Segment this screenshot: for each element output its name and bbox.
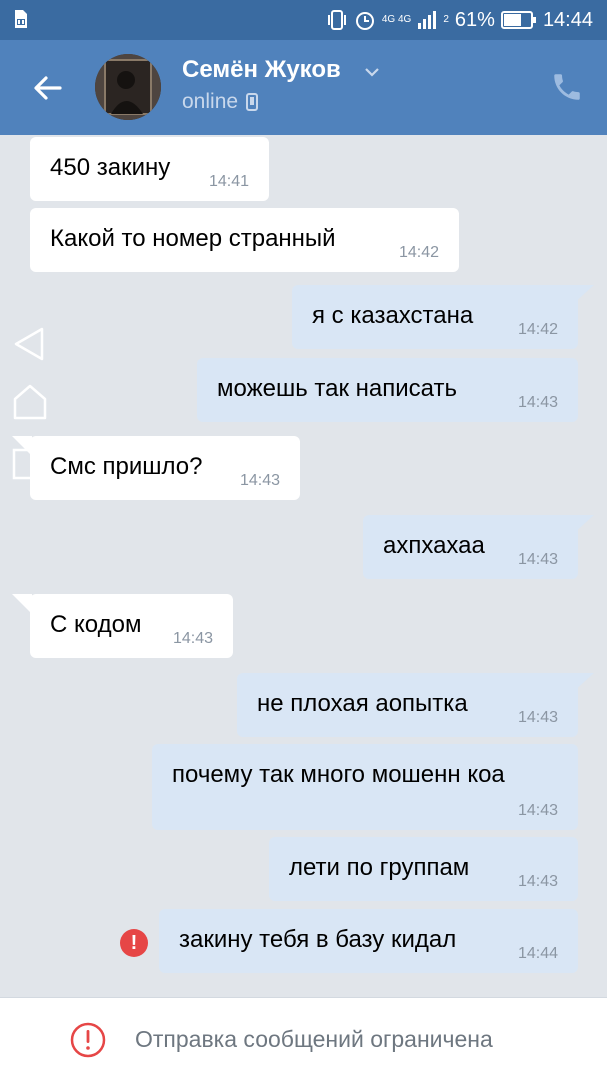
messaging-restricted-bar: Отправка сообщений ограничена (0, 997, 607, 1081)
send-error-icon[interactable]: ! (120, 929, 148, 957)
avatar[interactable] (95, 54, 161, 120)
message-outgoing[interactable]: я с казахстана 14:42 (292, 285, 578, 349)
message-text: С кодом (50, 611, 142, 638)
message-outgoing[interactable]: лети по группам 14:43 (269, 837, 578, 901)
message-time: 14:41 (208, 173, 249, 190)
message-incoming[interactable]: Смс пришло? 14:43 (30, 436, 300, 500)
presence-status: online (182, 90, 259, 114)
message-text: не плохая аопытка (257, 690, 468, 717)
chat-header: Семён Жуков online (0, 40, 607, 135)
message-outgoing[interactable]: можешь так написать 14:43 (197, 358, 578, 422)
message-outgoing[interactable]: не плохая аопытка 14:43 (237, 673, 578, 737)
message-time: 14:43 (517, 709, 558, 726)
home-key-icon[interactable] (12, 383, 48, 421)
message-text: Смс пришло? (50, 453, 203, 480)
message-time: 14:43 (172, 630, 213, 647)
recents-key-icon[interactable] (12, 448, 44, 480)
message-time: 14:42 (517, 321, 558, 338)
message-time: 14:42 (398, 244, 439, 261)
mobile-device-icon (246, 93, 259, 111)
message-text: почему так много мошенн коа (172, 761, 505, 788)
vibrate-icon (327, 10, 346, 30)
phone-icon[interactable] (550, 70, 584, 104)
contact-name[interactable]: Семён Жуков (182, 56, 341, 84)
sim-slot: 2 (443, 14, 449, 25)
network-type: 4G 4G (381, 14, 412, 25)
alarm-icon (355, 12, 374, 30)
message-text: закину тебя в базу кидал (179, 926, 457, 953)
restriction-notice: Отправка сообщений ограничена (135, 1026, 493, 1052)
presence-label: online (182, 90, 239, 113)
message-text: можешь так написать (217, 375, 457, 402)
clock: 14:44 (542, 8, 593, 31)
message-outgoing[interactable]: ахпхахаа 14:43 (363, 515, 578, 579)
avatar-image (95, 54, 161, 120)
message-outgoing[interactable]: почему так много мошенн коа 14:43 (152, 744, 578, 830)
message-time: 14:43 (517, 802, 558, 819)
message-time: 14:43 (239, 472, 280, 489)
message-text: я с казахстана (312, 302, 474, 329)
sim-card-icon (15, 10, 27, 28)
signal-icon (418, 11, 437, 29)
message-feed[interactable]: 450 закину 14:41 Какой то номер странный… (0, 135, 607, 995)
message-time: 14:43 (517, 873, 558, 890)
alert-circle-icon (70, 1022, 106, 1058)
message-text: 450 закину (50, 154, 171, 181)
bubble-tail (12, 594, 32, 614)
message-time: 14:43 (517, 551, 558, 568)
message-incoming[interactable]: 450 закину 14:41 (30, 137, 269, 201)
battery-percent: 61% (454, 8, 495, 31)
message-outgoing-failed[interactable]: закину тебя в базу кидал 14:44 (159, 909, 578, 973)
message-text: Какой то номер странный (50, 225, 336, 252)
message-text: лети по группам (289, 854, 470, 881)
message-text: ахпхахаа (383, 532, 485, 559)
message-time: 14:44 (517, 945, 558, 962)
back-key-icon[interactable] (12, 326, 46, 362)
message-time: 14:43 (517, 394, 558, 411)
battery-icon (500, 11, 536, 29)
status-bar: 4G 4G 2 61% 14:44 (0, 0, 607, 40)
message-incoming[interactable]: Какой то номер странный 14:42 (30, 208, 459, 272)
message-incoming[interactable]: С кодом 14:43 (30, 594, 233, 658)
back-arrow-icon[interactable] (30, 70, 66, 106)
chevron-down-icon[interactable] (364, 66, 380, 78)
